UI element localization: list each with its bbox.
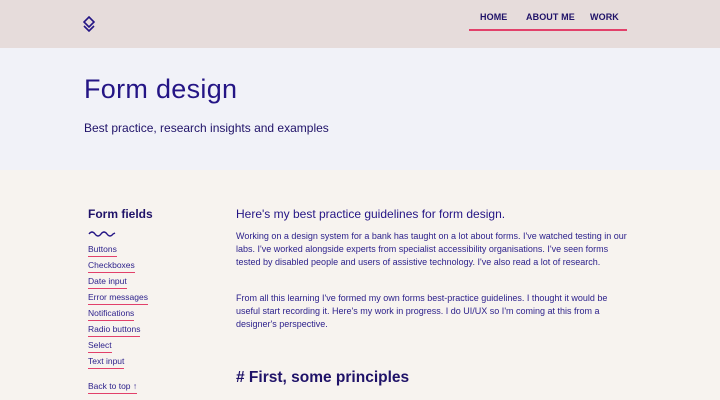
content-heading: Here's my best practice guidelines for f… — [236, 207, 506, 221]
learning-paragraph: From all this learning I've formed my ow… — [236, 293, 608, 330]
sidebar-item-text-input[interactable]: Text input — [88, 356, 125, 369]
hero-banner: Form design Best practice, research insi… — [0, 48, 720, 170]
sidebar-item-error-messages[interactable]: Error messages — [88, 292, 148, 305]
page-subtitle: Best practice, research insights and exa… — [84, 121, 329, 135]
sidebar-item-buttons[interactable]: Buttons — [88, 244, 117, 257]
sidebar-item-select[interactable]: Select — [88, 340, 112, 353]
site-header: HOME ABOUT ME WORK — [0, 0, 720, 48]
nav-home[interactable]: HOME — [480, 12, 507, 22]
page-title: Form design — [84, 74, 238, 104]
nav-about-me[interactable]: ABOUT ME — [526, 12, 575, 22]
back-to-top-link[interactable]: Back to top ↑ — [88, 381, 138, 394]
sidebar-item-radio-buttons[interactable]: Radio buttons — [88, 324, 141, 337]
diamond-logo-icon[interactable] — [82, 15, 96, 33]
sidebar-title: Form fields — [88, 207, 153, 221]
section-heading-principles[interactable]: # First, some principles — [236, 369, 409, 387]
nav-work[interactable]: WORK — [590, 12, 619, 22]
sidebar-item-notifications[interactable]: Notifications — [88, 308, 135, 321]
main-nav: HOME ABOUT ME WORK — [469, 0, 627, 31]
sidebar-item-checkboxes[interactable]: Checkboxes — [88, 260, 135, 273]
squiggle-icon — [88, 231, 116, 237]
sidebar-item-date-input[interactable]: Date input — [88, 276, 127, 289]
intro-paragraph: Working on a design system for a bank ha… — [236, 231, 627, 268]
